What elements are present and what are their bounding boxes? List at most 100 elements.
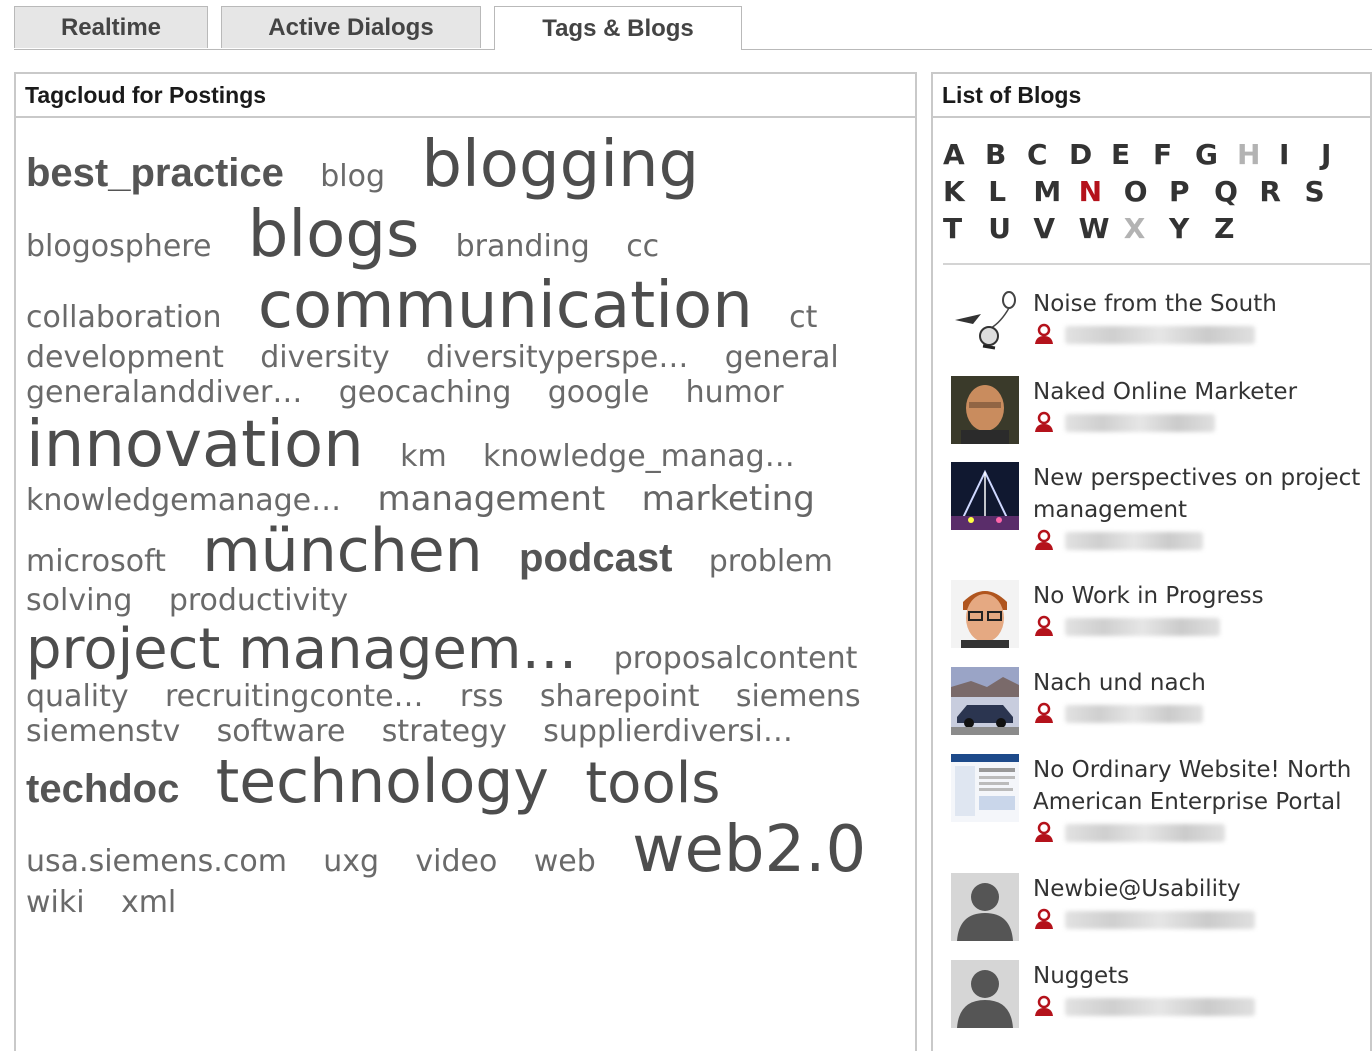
blog-title-link[interactable]: Noise from the South — [1033, 288, 1363, 320]
blog-thumbnail[interactable] — [951, 754, 1019, 822]
letter-n[interactable]: N — [1079, 175, 1124, 212]
blog-title-link[interactable]: Nuggets — [1033, 960, 1363, 992]
letter-r[interactable]: R — [1259, 175, 1304, 212]
tag-link[interactable]: wiki — [26, 886, 85, 919]
tag-link[interactable]: quality — [26, 680, 129, 713]
tab-realtime[interactable]: Realtime — [14, 6, 208, 48]
tag-link[interactable]: video — [415, 845, 497, 878]
letter-u[interactable]: U — [988, 212, 1033, 249]
tag-link[interactable]: collaboration — [26, 301, 221, 334]
letter-c[interactable]: C — [1027, 138, 1069, 175]
tag-link[interactable]: sharepoint — [540, 680, 700, 713]
letter-w[interactable]: W — [1079, 212, 1124, 249]
letter-p[interactable]: P — [1169, 175, 1214, 212]
letter-k[interactable]: K — [943, 175, 988, 212]
tag-link[interactable]: web2.0 — [632, 815, 866, 886]
blog-thumbnail[interactable] — [951, 960, 1019, 1028]
blog-thumbnail[interactable] — [951, 462, 1019, 530]
tag-link[interactable]: solving — [26, 584, 132, 617]
tag-link[interactable]: generalanddiver… — [26, 376, 302, 409]
author-icon — [1033, 323, 1055, 345]
letter-y[interactable]: Y — [1169, 212, 1214, 249]
tag-link[interactable]: microsoft — [26, 545, 166, 578]
tag-link[interactable]: münchen — [202, 518, 482, 584]
tag-link[interactable]: tools — [585, 753, 720, 815]
tag-link[interactable]: recruitingconte… — [165, 680, 424, 713]
tag-link[interactable]: blogosphere — [26, 230, 211, 263]
blog-thumbnail[interactable] — [951, 873, 1019, 941]
tag-link[interactable]: diversityperspe… — [426, 341, 688, 374]
tag-link[interactable]: km — [400, 440, 447, 473]
tag-link[interactable]: podcast — [519, 536, 672, 580]
tag-link[interactable]: web — [534, 845, 596, 878]
alphabet-row: KLMNOPQRS — [943, 175, 1363, 212]
author-name-redacted — [1065, 414, 1215, 432]
tag-link[interactable]: knowledge_manag… — [483, 440, 795, 473]
tag-link[interactable]: strategy — [382, 715, 507, 748]
blog-thumbnail[interactable] — [951, 580, 1019, 648]
tag-link[interactable]: project managem… — [26, 618, 577, 681]
letter-e[interactable]: E — [1111, 138, 1153, 175]
tab-tags-blogs[interactable]: Tags & Blogs — [494, 6, 742, 50]
tag-link[interactable]: management — [377, 480, 605, 518]
tag-link[interactable]: communication — [258, 270, 753, 341]
tag-link[interactable]: general — [725, 341, 839, 374]
blog-thumbnail[interactable] — [951, 288, 1019, 356]
blog-title-link[interactable]: No Work in Progress — [1033, 580, 1363, 612]
letter-o[interactable]: O — [1124, 175, 1169, 212]
tag-link[interactable]: proposalcontent — [614, 642, 858, 675]
letter-b[interactable]: B — [985, 138, 1027, 175]
tag-link[interactable]: knowledgemanage… — [26, 484, 341, 517]
blog-title-link[interactable]: No Ordinary Website! North American Ente… — [1033, 754, 1363, 818]
tag-link[interactable]: uxg — [323, 845, 379, 878]
letter-j[interactable]: J — [1321, 138, 1363, 175]
tag-link[interactable]: usa.siemens.com — [26, 845, 287, 878]
blog-title-link[interactable]: New perspectives on project management — [1033, 462, 1363, 526]
blog-title-link[interactable]: Naked Online Marketer — [1033, 376, 1363, 408]
tag-link[interactable]: siemenstv — [26, 715, 180, 748]
tag-link[interactable]: techdoc — [26, 767, 179, 811]
tag-link[interactable]: diversity — [260, 341, 389, 374]
tag-link[interactable]: xml — [121, 886, 176, 919]
tag-link[interactable]: blogging — [421, 130, 699, 201]
tag-link[interactable]: innovation — [26, 410, 364, 481]
letter-z[interactable]: Z — [1214, 212, 1259, 249]
tag-link[interactable]: cc — [626, 230, 659, 263]
tag-link[interactable]: blogs — [248, 200, 420, 271]
letter-i[interactable]: I — [1279, 138, 1321, 175]
tag-link[interactable]: productivity — [169, 584, 348, 617]
tag-link[interactable]: branding — [456, 230, 590, 263]
tag-link[interactable]: software — [217, 715, 346, 748]
tag-link[interactable]: geocaching — [339, 376, 512, 409]
letter-t[interactable]: T — [943, 212, 988, 249]
tag-link[interactable]: blog — [320, 160, 385, 193]
tab-bar: Realtime Active Dialogs Tags & Blogs — [0, 0, 1372, 50]
letter-q[interactable]: Q — [1214, 175, 1259, 212]
letter-g[interactable]: G — [1195, 138, 1237, 175]
letter-m[interactable]: M — [1033, 175, 1078, 212]
blog-title-link[interactable]: Newbie@Usability — [1033, 873, 1363, 905]
letter-l[interactable]: L — [988, 175, 1033, 212]
tag-link[interactable]: best_practice — [26, 151, 284, 195]
tab-active-dialogs[interactable]: Active Dialogs — [221, 6, 481, 48]
tag-link[interactable]: technology — [216, 749, 549, 815]
tag-link[interactable]: problem — [709, 545, 833, 578]
letter-f[interactable]: F — [1153, 138, 1195, 175]
tag-link[interactable]: siemens — [736, 680, 861, 713]
tag-link[interactable]: ct — [789, 301, 817, 334]
blog-thumbnail[interactable] — [951, 376, 1019, 444]
tag-link[interactable]: google — [548, 376, 650, 409]
tag-link[interactable]: development — [26, 341, 224, 374]
blog-thumbnail[interactable] — [951, 667, 1019, 735]
tag-link[interactable]: rss — [460, 680, 504, 713]
blogs-panel: List of Blogs ABCDEFGHIJKLMNOPQRSTUVWXYZ… — [931, 72, 1372, 1051]
letter-s[interactable]: S — [1305, 175, 1350, 212]
letter-d[interactable]: D — [1069, 138, 1111, 175]
letter-a[interactable]: A — [943, 138, 985, 175]
letter-v[interactable]: V — [1033, 212, 1078, 249]
tag-link[interactable]: humor — [686, 376, 784, 409]
author-icon — [1033, 702, 1055, 724]
tag-link[interactable]: marketing — [642, 480, 815, 518]
tag-link[interactable]: supplierdiversi… — [543, 715, 793, 748]
blog-title-link[interactable]: Nach und nach — [1033, 667, 1363, 699]
